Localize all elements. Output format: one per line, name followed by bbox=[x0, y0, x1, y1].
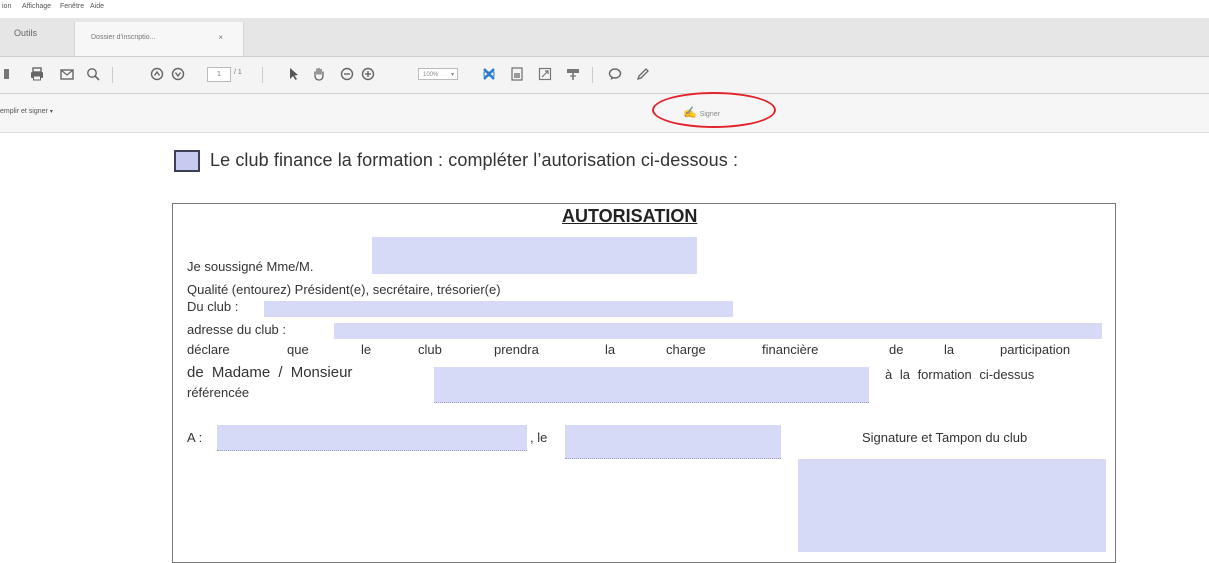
highlight-annotation bbox=[652, 92, 776, 128]
page-up-icon[interactable] bbox=[150, 67, 164, 81]
chevron-down-icon: ▾ bbox=[49, 109, 53, 115]
declare-word: participation bbox=[1000, 342, 1071, 357]
referencee-text: référencée bbox=[187, 385, 250, 400]
fill-and-sign-label: emplir et signer bbox=[0, 108, 48, 115]
search-icon[interactable] bbox=[86, 67, 100, 81]
chevron-down-icon: ▾ bbox=[450, 72, 454, 78]
zoom-value: 100% bbox=[423, 72, 439, 78]
zoom-in-icon[interactable] bbox=[361, 67, 375, 81]
page-count: / 1 bbox=[234, 69, 242, 76]
toolbar-separator bbox=[262, 67, 263, 83]
club-label: Du club : bbox=[187, 299, 239, 314]
tab-bar: Outils Dossier d'inscriptio... × bbox=[0, 18, 1209, 57]
close-tab-icon[interactable]: × bbox=[218, 33, 223, 42]
declare-word: la bbox=[944, 342, 955, 357]
soussigne-field[interactable] bbox=[372, 237, 697, 274]
address-field[interactable] bbox=[334, 323, 1102, 339]
crop-icon[interactable] bbox=[482, 67, 496, 81]
export-icon[interactable] bbox=[510, 67, 524, 81]
fill-and-sign-menu[interactable]: emplir et signer ▾ bbox=[0, 108, 53, 115]
declare-word: déclare bbox=[187, 342, 230, 357]
menu-item-fenetre[interactable]: Fenêtre bbox=[60, 3, 84, 10]
declare-word: financière bbox=[762, 342, 819, 357]
menu-item-affichage[interactable]: Affichage bbox=[22, 3, 51, 10]
page-number-input[interactable]: 1 bbox=[207, 67, 231, 82]
pointer-icon[interactable] bbox=[286, 67, 300, 81]
declare-word: prendra bbox=[494, 342, 539, 357]
pen-icon[interactable] bbox=[636, 67, 650, 81]
soussigne-label: Je soussigné Mme/M. bbox=[187, 259, 314, 274]
date-label: , le bbox=[530, 430, 548, 445]
place-label: A : bbox=[187, 430, 203, 445]
signature-label: Signature et Tampon du club bbox=[862, 430, 1028, 445]
email-icon[interactable] bbox=[60, 67, 74, 81]
toolbar-separator bbox=[592, 67, 593, 83]
formation-text: à la formation ci-dessus bbox=[885, 367, 1035, 382]
declare-word: la bbox=[605, 342, 616, 357]
form-title: AUTORISATION bbox=[562, 206, 698, 226]
declare-word: charge bbox=[666, 342, 706, 357]
fit-icon[interactable] bbox=[538, 67, 552, 81]
fill-and-sign-bar: emplir et signer ▾ ✍ Signer bbox=[0, 94, 1209, 133]
keyboard-icon[interactable] bbox=[566, 67, 580, 81]
toolbar-separator bbox=[112, 67, 113, 83]
menu-item-aide[interactable]: Aide bbox=[90, 3, 104, 10]
toolbar: 1 / 1 100% ▾ bbox=[0, 57, 1209, 94]
signature-field[interactable] bbox=[798, 459, 1106, 552]
page-down-icon[interactable] bbox=[171, 67, 185, 81]
zoom-select[interactable]: 100% ▾ bbox=[418, 68, 458, 80]
zoom-out-icon[interactable] bbox=[340, 67, 354, 81]
de-madame-text: de Madame / Monsieur bbox=[187, 364, 353, 381]
checkbox-heading: Le club finance la formation : compléter… bbox=[210, 150, 739, 170]
club-finance-checkbox[interactable] bbox=[174, 150, 200, 172]
declare-word: de bbox=[889, 342, 904, 357]
print-icon[interactable] bbox=[30, 67, 44, 81]
menu-bar: ion Affichage Fenêtre Aide bbox=[0, 0, 1209, 18]
qualite-text: Qualité (entourez) Président(e), secréta… bbox=[187, 282, 501, 297]
menu-item[interactable]: ion bbox=[2, 3, 11, 10]
tab-document[interactable]: Dossier d'inscriptio... × bbox=[74, 22, 244, 56]
address-label: adresse du club : bbox=[187, 322, 287, 337]
tab-tools[interactable]: Outils bbox=[14, 28, 37, 38]
club-field[interactable] bbox=[264, 301, 733, 317]
save-icon[interactable] bbox=[4, 67, 18, 81]
place-field[interactable] bbox=[217, 425, 527, 451]
declare-word: club bbox=[418, 342, 442, 357]
hand-icon[interactable] bbox=[312, 67, 326, 81]
declare-word: le bbox=[361, 342, 372, 357]
declare-word: que bbox=[287, 342, 309, 357]
participant-field[interactable] bbox=[434, 367, 869, 403]
tab-document-label: Dossier d'inscriptio... bbox=[91, 34, 156, 41]
date-field[interactable] bbox=[565, 425, 781, 459]
comment-icon[interactable] bbox=[608, 67, 622, 81]
